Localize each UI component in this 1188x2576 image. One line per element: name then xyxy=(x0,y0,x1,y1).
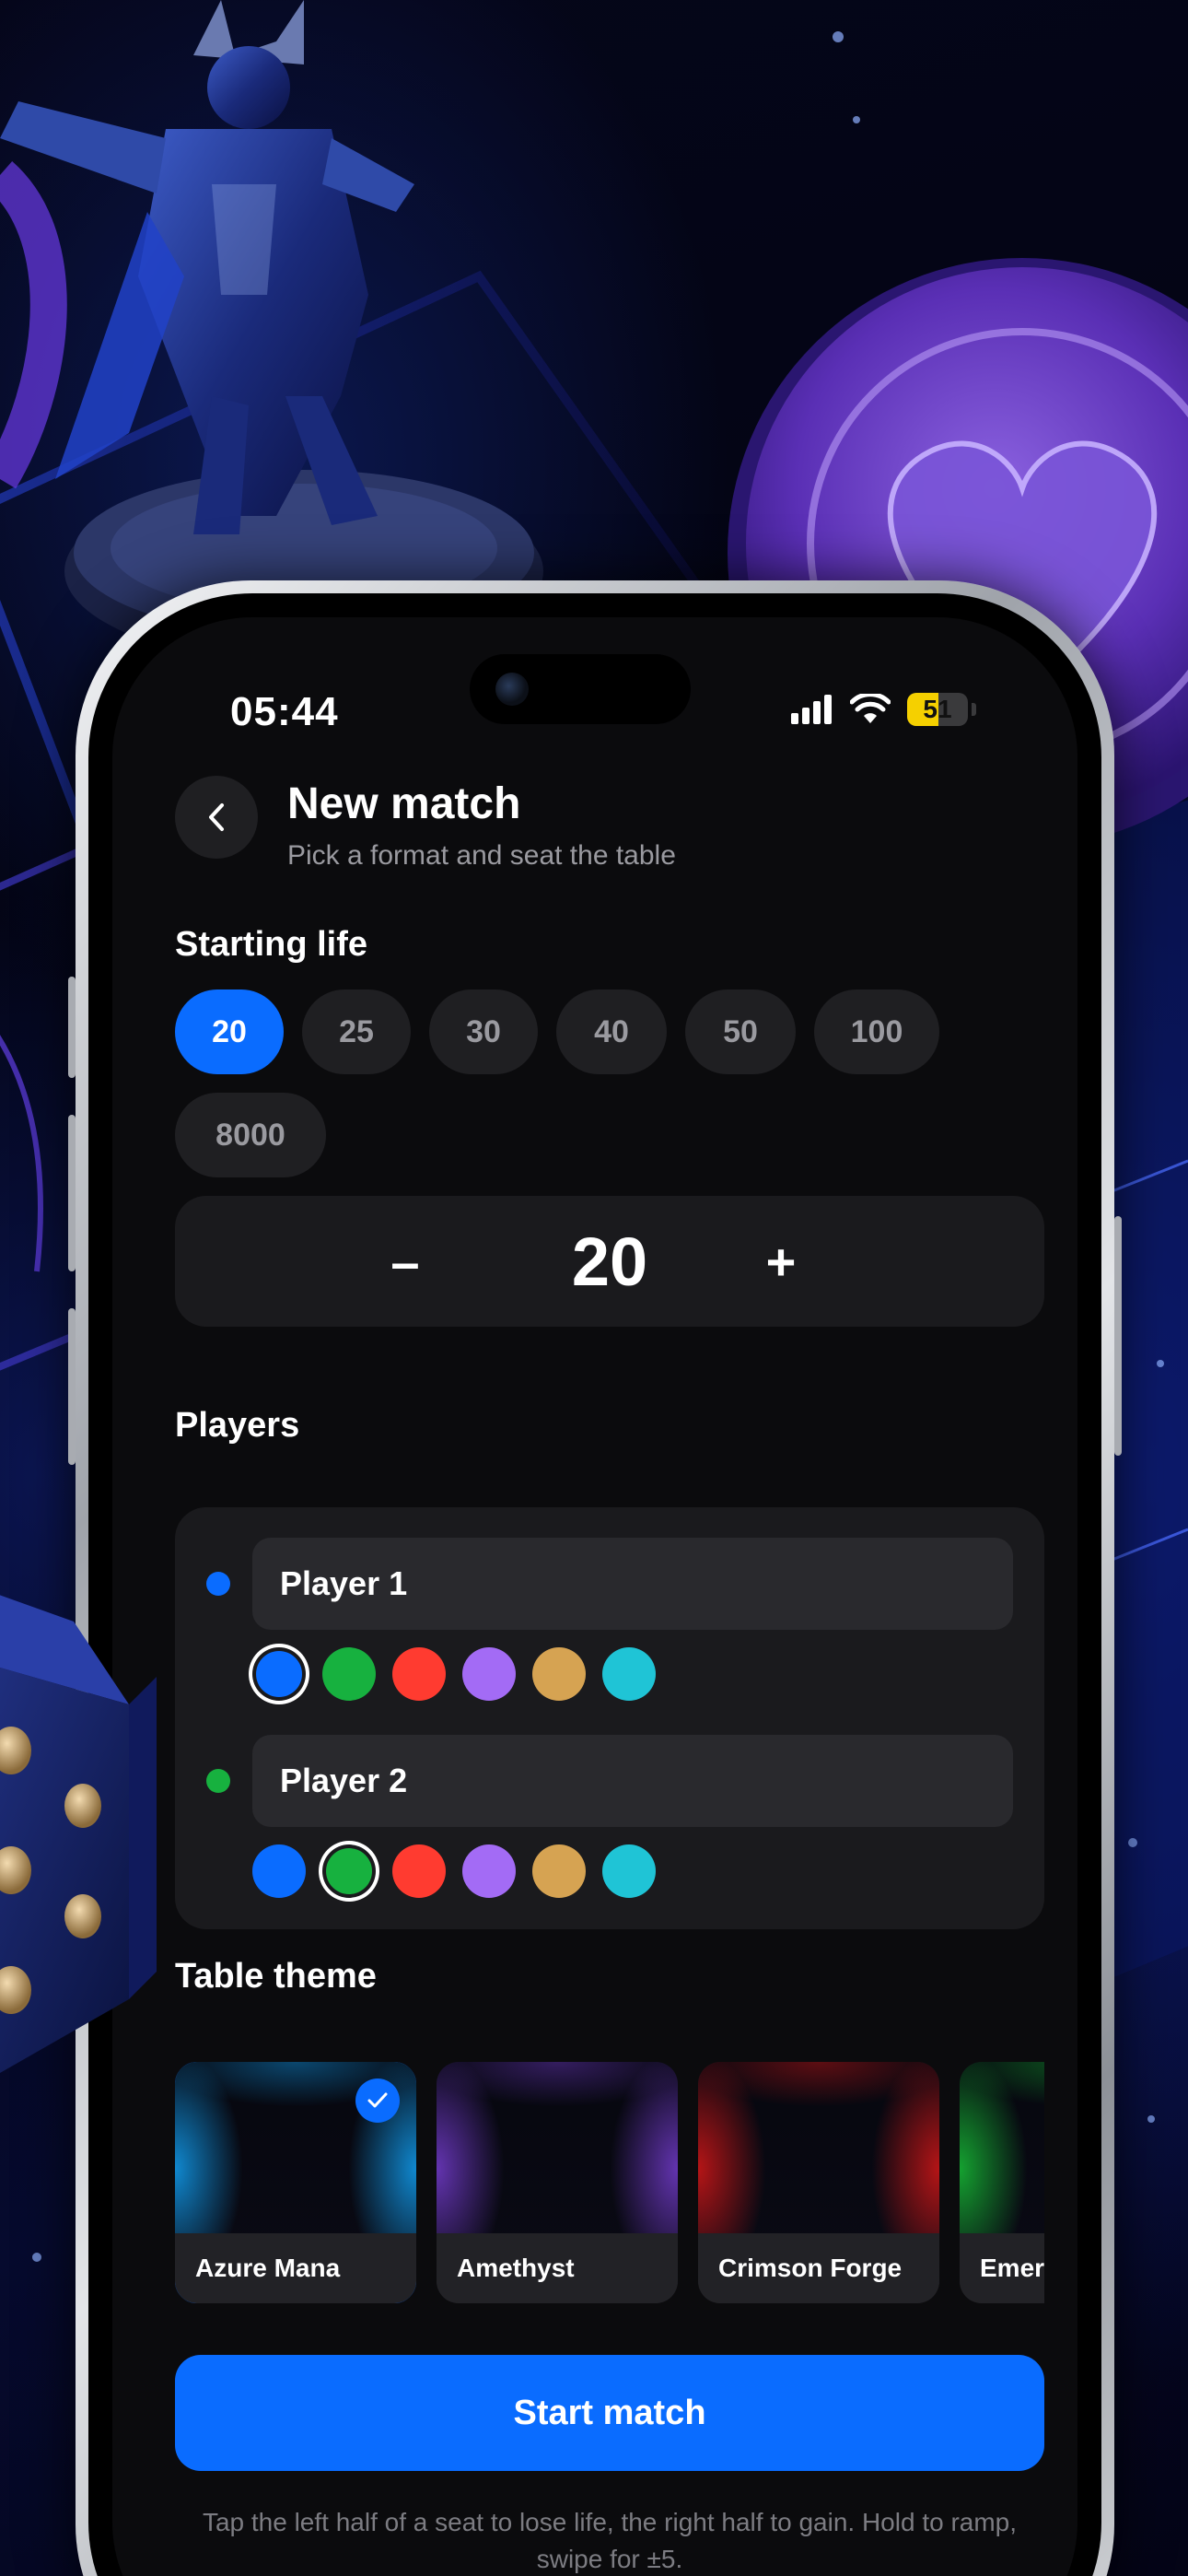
player-1-swatch-gold[interactable] xyxy=(532,1647,586,1701)
phone-action-button xyxy=(68,977,76,1078)
front-camera xyxy=(495,673,529,706)
theme-card-emerald[interactable]: Emerald xyxy=(960,2062,1044,2303)
player-2-swatch-red[interactable] xyxy=(392,1844,446,1898)
players-label: Players xyxy=(175,1406,300,1445)
player-2-swatch-gold[interactable] xyxy=(532,1844,586,1898)
decrement-button[interactable]: – xyxy=(359,1196,451,1327)
player-2-swatch-green[interactable] xyxy=(326,1848,372,1894)
player-1-name-field[interactable]: Player 1 xyxy=(252,1538,1013,1630)
app-screen: 05:44 51 New match Pick a format and sea… xyxy=(112,617,1077,2576)
life-option-30[interactable]: 30 xyxy=(429,989,538,1074)
chevron-left-icon xyxy=(209,803,224,831)
page-title: New match xyxy=(287,779,521,828)
player-2-swatch-blue[interactable] xyxy=(252,1844,306,1898)
theme-card-amethyst[interactable]: Amethyst xyxy=(437,2062,678,2303)
theme-name: Crimson Forge xyxy=(698,2233,939,2303)
life-value: 20 xyxy=(571,1223,648,1300)
life-stepper: – 20 + xyxy=(175,1196,1044,1327)
gesture-hint: Tap the left half of a seat to lose life… xyxy=(202,2508,1018,2573)
starting-life-label: Starting life xyxy=(175,925,368,964)
life-option-25[interactable]: 25 xyxy=(302,989,411,1074)
life-option-40[interactable]: 40 xyxy=(556,989,667,1074)
theme-name: Amethyst xyxy=(437,2233,678,2303)
increment-button[interactable]: + xyxy=(735,1196,827,1327)
player-1-swatch-green[interactable] xyxy=(322,1647,376,1701)
phone-volume-down xyxy=(68,1308,76,1465)
player-2-name-field[interactable]: Player 2 xyxy=(252,1735,1013,1827)
phone-frame: 05:44 51 New match Pick a format and sea… xyxy=(68,580,1122,2576)
player-2-swatch-purple[interactable] xyxy=(462,1844,516,1898)
life-option-8000[interactable]: 8000 xyxy=(175,1093,326,1177)
page-subtitle: Pick a format and seat the table xyxy=(287,840,676,871)
start-match-button[interactable]: Start match xyxy=(175,2355,1044,2471)
phone-power-button xyxy=(1114,1216,1122,1456)
battery-percent: 51 xyxy=(923,695,952,723)
battery-icon: 51 xyxy=(907,693,968,726)
checkmark-icon xyxy=(355,2078,400,2123)
status-indicators: 51 xyxy=(791,693,976,726)
wifi-icon xyxy=(850,694,891,723)
theme-name: Azure Mana xyxy=(175,2233,416,2303)
player-1-swatch-red[interactable] xyxy=(392,1647,446,1701)
knight-figure xyxy=(0,0,543,663)
back-button[interactable] xyxy=(175,776,258,859)
life-option-100[interactable]: 100 xyxy=(814,989,939,1074)
dice-icon xyxy=(0,1595,157,2073)
players-card: Player 1 Player 2 xyxy=(175,1507,1044,1929)
status-time: 05:44 xyxy=(230,689,339,734)
cellular-signal-icon xyxy=(791,695,832,724)
dynamic-island xyxy=(470,654,691,724)
life-option-20[interactable]: 20 xyxy=(175,989,284,1074)
phone-volume-up xyxy=(68,1115,76,1271)
theme-name: Emerald xyxy=(960,2233,1044,2303)
player-1-swatch-cyan[interactable] xyxy=(602,1647,656,1701)
player-1-swatch-purple[interactable] xyxy=(462,1647,516,1701)
theme-carousel[interactable]: Azure Mana Amethyst Crimson Forge Emeral… xyxy=(175,2062,1044,2303)
phone-bezel: 05:44 51 New match Pick a format and sea… xyxy=(88,593,1101,2576)
player-2-swatch-cyan[interactable] xyxy=(602,1844,656,1898)
player-1-swatch-blue[interactable] xyxy=(256,1651,302,1697)
battery-tip xyxy=(972,703,976,716)
theme-card-crimson-forge[interactable]: Crimson Forge xyxy=(698,2062,939,2303)
life-option-50[interactable]: 50 xyxy=(685,989,796,1074)
